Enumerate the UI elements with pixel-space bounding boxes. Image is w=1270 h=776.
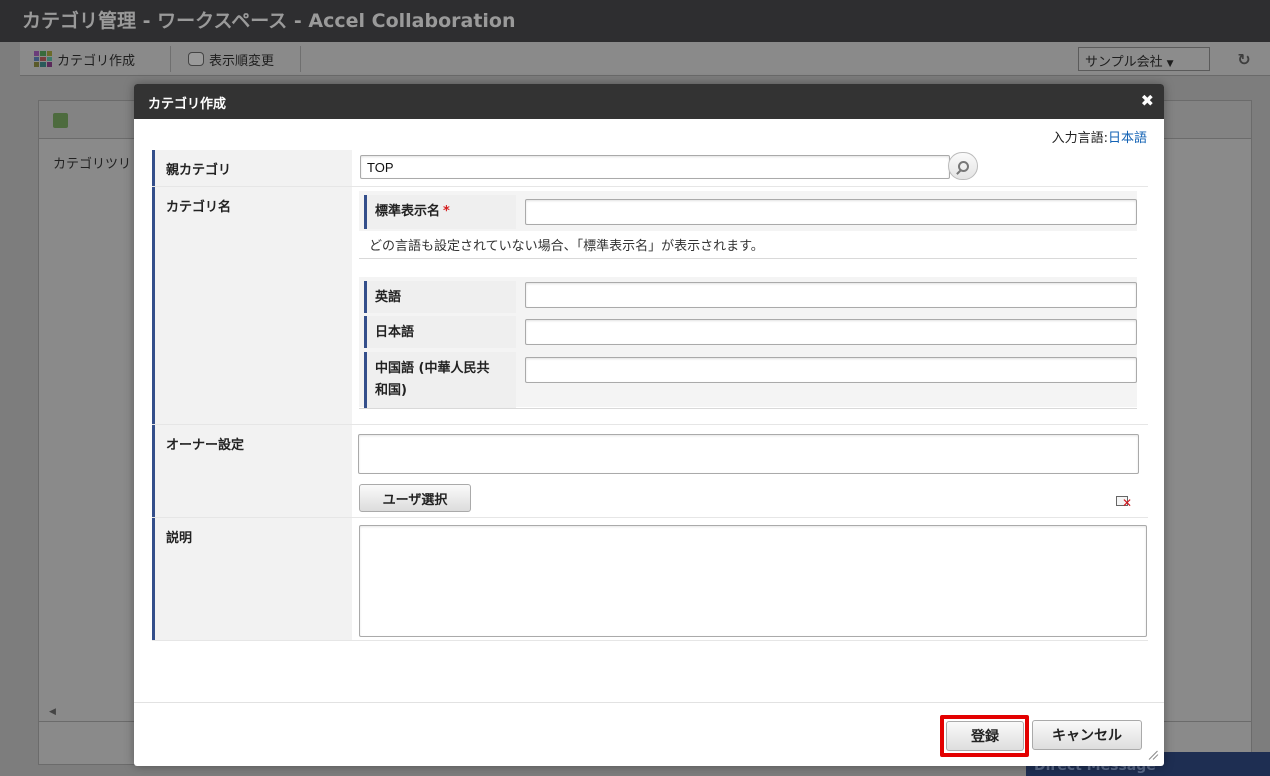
search-icon (957, 160, 969, 172)
owner-display[interactable] (358, 434, 1139, 474)
create-category-button[interactable]: カテゴリ作成 (34, 47, 135, 71)
category-create-dialog: カテゴリ作成 ✖ 入力言語:日本語 親カテゴリ カテゴリ名 標準表示名* どの言… (134, 84, 1164, 766)
create-category-label: カテゴリ作成 (57, 53, 136, 69)
japanese-label: 日本語 (364, 316, 516, 348)
chinese-label: 中国語 (中華人民共和国) (364, 352, 516, 408)
toolbar-divider (170, 46, 171, 72)
default-name-label-text: 標準表示名 (375, 204, 441, 219)
refresh-icon: ↻ (1237, 50, 1251, 69)
parent-category-search-button[interactable] (948, 152, 978, 180)
tree-label: カテゴリツリ (53, 157, 132, 172)
dialog-resize-handle[interactable] (1147, 748, 1159, 760)
parent-category-label: 親カテゴリ (152, 150, 352, 186)
dialog-header: カテゴリ作成 ✖ (134, 84, 1164, 119)
app-title: カテゴリ管理 - ワークスペース - Accel Collaboration (22, 10, 516, 32)
scroll-left-icon[interactable]: ◀ (49, 707, 56, 717)
tree-refresh-icon[interactable] (53, 113, 68, 128)
owner-label: オーナー設定 (152, 425, 352, 517)
close-icon[interactable]: ✖ (1141, 92, 1154, 110)
row-divider (152, 640, 1148, 641)
reorder-icon (188, 52, 204, 66)
footer-divider (134, 702, 1164, 703)
dialog-title: カテゴリ作成 (148, 97, 227, 112)
note-divider (359, 258, 1137, 259)
reorder-button[interactable]: 表示順変更 (188, 47, 274, 71)
clear-owner-icon[interactable]: ✕ (1116, 494, 1132, 510)
user-select-button[interactable]: ユーザ選択 (359, 484, 471, 512)
reorder-label: 表示順変更 (209, 53, 275, 69)
app-title-bar: カテゴリ管理 - ワークスペース - Accel Collaboration (0, 0, 1270, 42)
default-name-note: どの言語も設定されていない場合、「標準表示名」が表示されます。 (369, 239, 764, 254)
english-label: 英語 (364, 281, 516, 313)
description-label: 説明 (152, 518, 352, 640)
input-language-label: 入力言語: (1051, 131, 1108, 146)
category-grid-icon (34, 51, 52, 67)
cancel-button[interactable]: キャンセル (1032, 720, 1142, 750)
parent-category-input[interactable] (360, 155, 950, 179)
toolbar-divider (300, 46, 301, 72)
description-textarea[interactable] (359, 525, 1147, 637)
register-button[interactable]: 登録 (946, 721, 1024, 751)
japanese-name-input[interactable] (525, 319, 1137, 345)
caret-down-icon: ▼ (1166, 59, 1174, 69)
refresh-button[interactable]: ↻ (1218, 46, 1270, 73)
default-name-label: 標準表示名 * (364, 195, 516, 229)
languages-divider (359, 408, 1137, 409)
input-language: 入力言語:日本語 (1052, 127, 1147, 146)
chinese-name-input[interactable] (525, 357, 1137, 383)
company-select-value: サンプル会社 (1085, 55, 1163, 70)
category-name-label: カテゴリ名 (152, 187, 352, 424)
tree-column (39, 139, 136, 765)
required-mark: * (443, 204, 450, 219)
input-language-link[interactable]: 日本語 (1108, 131, 1147, 146)
english-name-input[interactable] (525, 282, 1137, 308)
default-name-input[interactable] (525, 199, 1137, 225)
company-select[interactable]: サンプル会社 ▼ (1078, 47, 1210, 71)
